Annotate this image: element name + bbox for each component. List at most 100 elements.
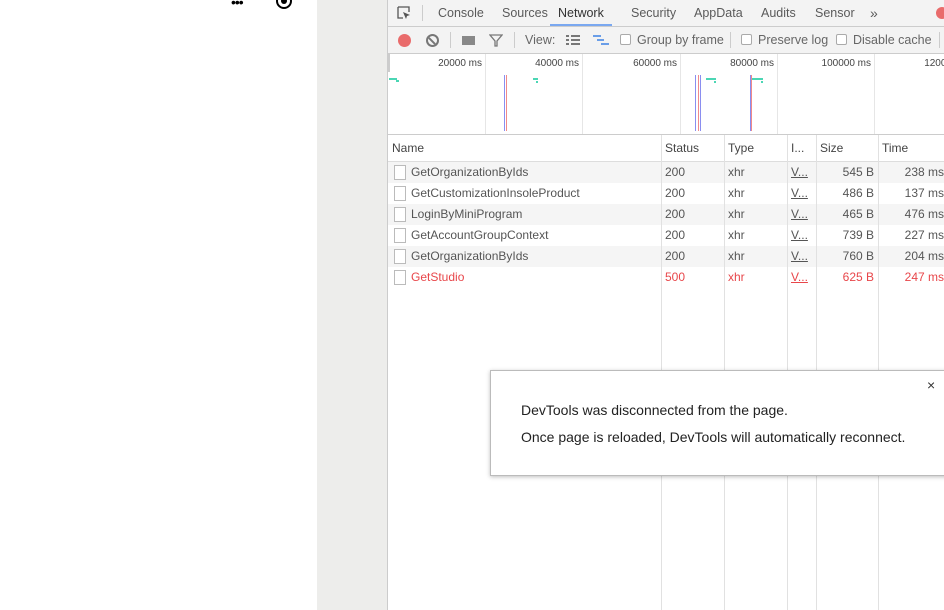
request-status: 200 (665, 249, 686, 263)
request-size: 760 B (842, 249, 874, 263)
request-time: 227 ms (904, 228, 944, 242)
page-viewport: ••• (0, 0, 317, 610)
dialog-message-detail: Once page is reloaded, DevTools will aut… (521, 429, 906, 445)
table-row[interactable]: GetStudio 500 xhr V... 625 B 247 ms (388, 267, 944, 288)
table-row[interactable]: GetCustomizationInsoleProduct 200 xhr V.… (388, 183, 944, 204)
waterfall-view-icon[interactable] (593, 35, 609, 47)
timeline-tick: 60000 ms (583, 54, 681, 134)
file-icon (394, 207, 406, 222)
disable-cache-checkbox[interactable]: Disable cache (836, 27, 932, 53)
load-marker (506, 75, 507, 131)
timeline-overview[interactable]: 20000 ms 40000 ms 60000 ms 80000 ms 1000… (388, 54, 944, 135)
error-count-icon[interactable] (936, 7, 944, 19)
divider-strip (317, 0, 388, 610)
request-initiator-link[interactable]: V... (791, 267, 808, 288)
tab-sources[interactable]: Sources (502, 0, 548, 26)
request-name: GetStudio (411, 270, 465, 284)
preserve-log-checkbox[interactable]: Preserve log (741, 27, 828, 53)
preserve-log-label: Preserve log (758, 33, 829, 47)
request-time: 238 ms (904, 165, 944, 179)
request-time: 247 ms (904, 270, 944, 284)
dom-loaded-marker (504, 75, 505, 131)
close-dialog-button[interactable]: × (927, 377, 935, 393)
tab-console[interactable]: Console (438, 0, 484, 26)
request-type: xhr (728, 207, 745, 221)
request-status: 200 (665, 207, 686, 221)
request-initiator-link[interactable]: V... (791, 162, 808, 183)
request-name: GetOrganizationByIds (411, 165, 529, 179)
column-status[interactable]: Status (661, 135, 699, 161)
column-size[interactable]: Size (816, 135, 843, 161)
devtools-panel: Console Sources Network Security AppData… (388, 0, 944, 610)
column-time[interactable]: Time (878, 135, 908, 161)
request-time: 476 ms (904, 207, 944, 221)
network-toolbar: View: Group by frame Preserve log Disabl… (388, 27, 944, 54)
tab-bar: Console Sources Network Security AppData… (388, 0, 944, 27)
request-status: 200 (665, 165, 686, 179)
request-type: xhr (728, 165, 745, 179)
request-name: GetAccountGroupContext (411, 228, 549, 242)
request-initiator-link[interactable]: V... (791, 246, 808, 267)
request-bar (533, 78, 538, 80)
table-row[interactable]: GetOrganizationByIds 200 xhr V... 545 B … (388, 162, 944, 183)
request-initiator-link[interactable]: V... (791, 225, 808, 246)
tab-sensor[interactable]: Sensor (815, 0, 855, 26)
group-by-frame-checkbox[interactable]: Group by frame (620, 27, 724, 53)
file-icon (394, 270, 406, 285)
column-name[interactable]: Name (388, 135, 424, 161)
dom-loaded-marker (695, 75, 696, 131)
request-type: xhr (728, 228, 745, 242)
tab-security[interactable]: Security (631, 0, 676, 26)
tab-audits[interactable]: Audits (761, 0, 796, 26)
request-bar (761, 81, 763, 83)
request-name: GetOrganizationByIds (411, 249, 529, 263)
request-status: 500 (665, 270, 686, 284)
more-tabs-button[interactable]: » (870, 0, 878, 26)
request-name: LoginByMiniProgram (411, 207, 523, 221)
request-type: xhr (728, 270, 745, 284)
record-icon[interactable] (276, 0, 292, 9)
request-type: xhr (728, 249, 745, 263)
request-bar (752, 78, 763, 80)
request-time: 137 ms (904, 186, 944, 200)
request-size: 545 B (842, 165, 874, 179)
table-row[interactable]: GetOrganizationByIds 200 xhr V... 760 B … (388, 246, 944, 267)
column-initiator[interactable]: I... (787, 135, 804, 161)
request-initiator-link[interactable]: V... (791, 183, 808, 204)
disable-cache-label: Disable cache (853, 33, 932, 47)
clear-icon[interactable] (426, 34, 439, 47)
dialog-message: DevTools was disconnected from the page. (521, 402, 788, 418)
request-size: 465 B (842, 207, 874, 221)
screenshot-camera-icon[interactable] (462, 36, 475, 45)
filter-icon[interactable] (489, 34, 503, 47)
more-icon[interactable]: ••• (231, 0, 244, 10)
dom-loaded-marker (700, 75, 701, 131)
timeline-tick: 12000 (924, 58, 944, 69)
list-view-icon[interactable] (566, 35, 580, 46)
request-bar (714, 81, 716, 83)
request-bar (706, 78, 716, 80)
request-status: 200 (665, 186, 686, 200)
request-name: GetCustomizationInsoleProduct (411, 186, 580, 200)
load-marker (698, 75, 699, 131)
inspect-element-icon[interactable] (397, 6, 412, 21)
request-type: xhr (728, 186, 745, 200)
group-by-frame-label: Group by frame (637, 33, 724, 47)
timeline-tick: 40000 ms (486, 54, 583, 134)
table-row[interactable]: GetAccountGroupContext 200 xhr V... 739 … (388, 225, 944, 246)
tab-network[interactable]: Network (550, 0, 612, 26)
file-icon (394, 249, 406, 264)
record-button[interactable] (398, 34, 411, 47)
load-marker (751, 75, 752, 131)
table-header: Name Status Type I... Size Time (388, 135, 944, 162)
request-size: 625 B (842, 270, 874, 284)
table-row[interactable]: LoginByMiniProgram 200 xhr V... 465 B 47… (388, 204, 944, 225)
request-bar (536, 81, 538, 83)
request-status: 200 (665, 228, 686, 242)
timeline-tick: 20000 ms (388, 54, 486, 134)
timeline-tick: 100000 ms (778, 54, 875, 134)
tab-appdata[interactable]: AppData (694, 0, 743, 26)
request-initiator-link[interactable]: V... (791, 204, 808, 225)
column-type[interactable]: Type (724, 135, 754, 161)
file-icon (394, 228, 406, 243)
